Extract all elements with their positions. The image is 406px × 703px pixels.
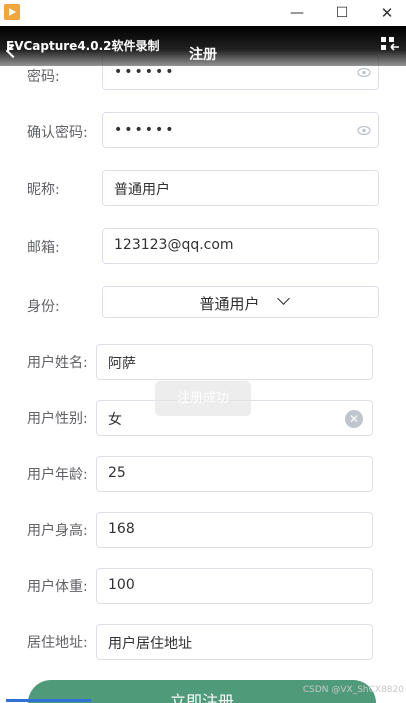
role-label: 身份: xyxy=(27,299,60,315)
role-value: 普通用户 xyxy=(199,295,260,313)
maximize-button[interactable]: ☐ xyxy=(331,2,353,24)
height-field[interactable]: 168 xyxy=(96,512,373,548)
email-value: 123123@qq.com xyxy=(114,237,234,253)
address-label: 居住地址: xyxy=(27,635,88,651)
page-title: 注册 xyxy=(189,47,217,63)
success-toast: 注册成功 xyxy=(155,381,251,416)
app-header: EVCapture4.0.2软件录制 注册 xyxy=(0,26,406,66)
weight-field[interactable]: 100 xyxy=(96,568,373,604)
nickname-field[interactable]: 普通用户 xyxy=(102,170,379,206)
role-select[interactable]: 普通用户 xyxy=(102,286,379,318)
register-form: 密码: •••••• 确认密码: •••••• 昵称: 普通用户 邮箱: 123… xyxy=(0,0,406,703)
height-label: 用户身高: xyxy=(27,523,88,539)
gender-label: 用户性别: xyxy=(27,411,88,427)
nickname-label: 昵称: xyxy=(27,182,60,198)
address-value: 用户居住地址 xyxy=(108,636,192,652)
csdn-watermark: CSDN @VX_ShCX8820 xyxy=(302,685,404,695)
age-field[interactable]: 25 xyxy=(96,456,373,492)
confirm-password-field[interactable]: •••••• xyxy=(102,112,379,148)
email-field[interactable]: 123123@qq.com xyxy=(102,228,379,264)
nickname-value: 普通用户 xyxy=(114,182,170,198)
weight-label: 用户体重: xyxy=(27,579,88,595)
eye-icon[interactable] xyxy=(357,66,371,79)
real-name-label: 用户姓名: xyxy=(27,355,88,371)
recording-progress-bar xyxy=(6,699,91,702)
real-name-field[interactable]: 阿萨 xyxy=(96,344,373,380)
minimize-button[interactable]: — xyxy=(286,2,308,24)
real-name-value: 阿萨 xyxy=(108,356,136,372)
age-value: 25 xyxy=(108,465,126,481)
close-button[interactable]: ✕ xyxy=(376,2,398,24)
weight-value: 100 xyxy=(108,577,135,593)
confirm-password-label: 确认密码: xyxy=(27,125,88,141)
address-field[interactable]: 用户居住地址 xyxy=(96,624,373,660)
confirm-password-value: •••••• xyxy=(114,122,176,138)
password-value: •••••• xyxy=(114,64,176,80)
eye-icon[interactable] xyxy=(357,124,371,137)
layout-toggle-icon[interactable] xyxy=(380,36,400,52)
window-titlebar: — ☐ ✕ xyxy=(0,0,406,26)
height-value: 168 xyxy=(108,521,135,537)
gender-value: 女 xyxy=(108,412,122,428)
email-label: 邮箱: xyxy=(27,240,60,256)
age-label: 用户年龄: xyxy=(27,467,88,483)
password-label: 密码: xyxy=(27,69,60,85)
clear-icon[interactable]: ✕ xyxy=(345,410,363,428)
app-icon xyxy=(4,4,20,20)
